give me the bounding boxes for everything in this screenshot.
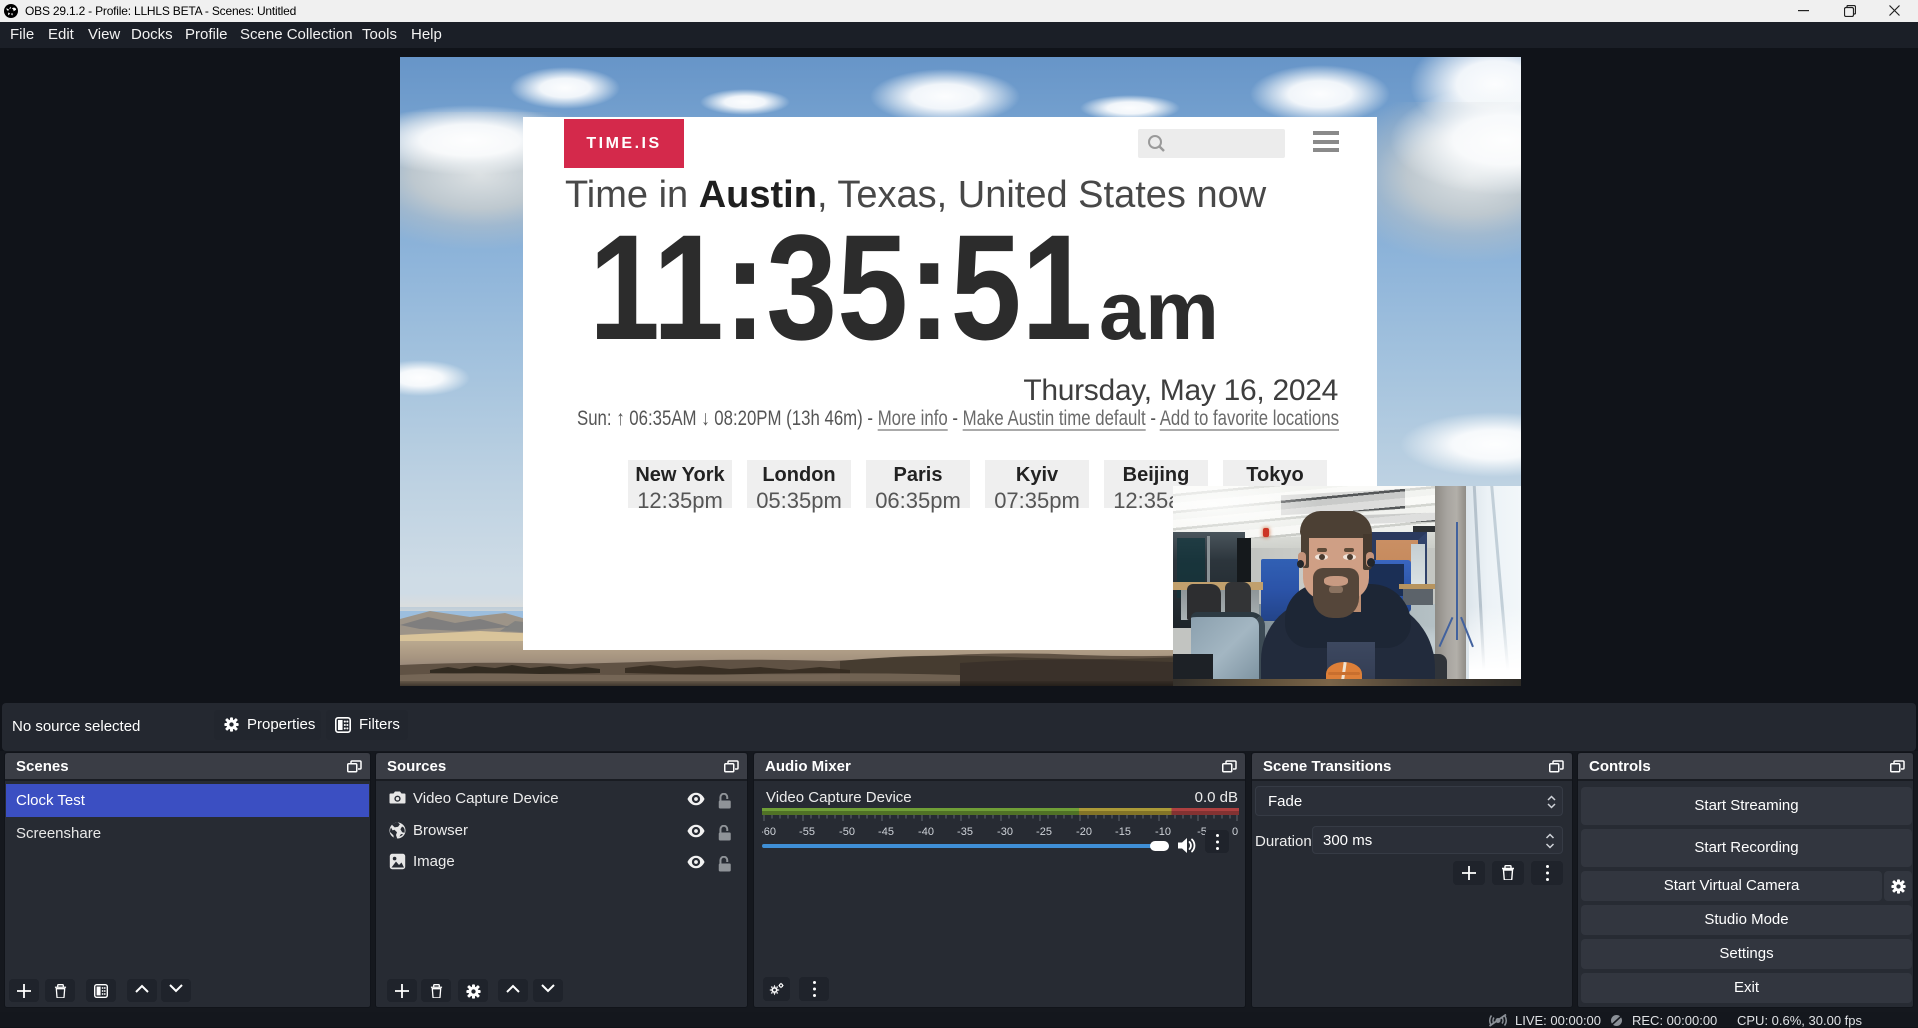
svg-text:0: 0 (1232, 826, 1238, 838)
svg-text:-45: -45 (878, 826, 894, 838)
svg-text:-60: -60 (762, 826, 776, 838)
svg-text:-40: -40 (918, 826, 934, 838)
svg-text:-10: -10 (1155, 826, 1171, 838)
svg-text:-15: -15 (1115, 826, 1131, 838)
svg-text:-30: -30 (997, 826, 1013, 838)
svg-text:-20: -20 (1076, 826, 1092, 838)
svg-text:-55: -55 (799, 826, 815, 838)
svg-text:-25: -25 (1036, 826, 1052, 838)
svg-text:-35: -35 (957, 826, 973, 838)
svg-text:-50: -50 (839, 826, 855, 838)
